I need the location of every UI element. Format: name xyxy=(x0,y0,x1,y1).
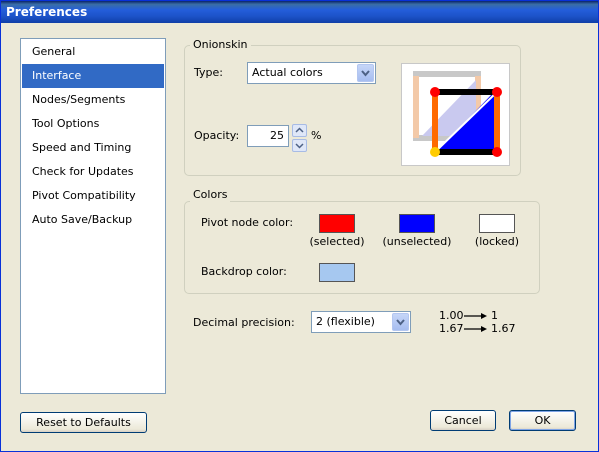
ok-button[interactable]: OK xyxy=(509,410,576,431)
arrow-right-icon xyxy=(464,326,487,332)
arrow-down-icon xyxy=(295,143,304,149)
nav-item-auto-save[interactable]: Auto Save/Backup xyxy=(22,208,164,232)
pivot-node-color-label: Pivot node color: xyxy=(201,216,294,229)
chevron-down-icon[interactable] xyxy=(357,64,374,82)
precision-example-1-input: 1.00 xyxy=(439,309,464,322)
arrow-up-icon xyxy=(295,127,304,133)
type-dropdown[interactable]: Actual colors xyxy=(247,62,376,84)
locked-caption: (locked) xyxy=(474,235,520,248)
onionskin-group-label: Onionskin xyxy=(190,38,251,52)
spin-down-button[interactable] xyxy=(292,139,307,152)
onionskin-preview xyxy=(401,63,510,166)
arrow-right-icon xyxy=(464,313,487,319)
category-list[interactable]: General Interface Nodes/Segments Tool Op… xyxy=(20,38,166,394)
colors-group-label: Colors xyxy=(190,188,231,202)
opacity-spinner[interactable] xyxy=(292,124,307,152)
selected-color-swatch[interactable] xyxy=(319,214,355,233)
chevron-down-icon[interactable] xyxy=(392,313,409,331)
cancel-button[interactable]: Cancel xyxy=(430,410,496,431)
spin-up-button[interactable] xyxy=(292,124,307,137)
nav-item-nodes-segments[interactable]: Nodes/Segments xyxy=(22,88,164,112)
window-title: Preferences xyxy=(6,5,88,19)
backdrop-color-label: Backdrop color: xyxy=(201,265,287,278)
locked-color-swatch[interactable] xyxy=(479,214,515,233)
opacity-unit: % xyxy=(311,129,322,142)
type-dropdown-value: Actual colors xyxy=(252,66,323,79)
decimal-precision-label: Decimal precision: xyxy=(193,316,295,329)
opacity-input[interactable]: 25 xyxy=(247,125,289,147)
opacity-label: Opacity: xyxy=(194,129,240,142)
title-bar: Preferences xyxy=(1,1,598,23)
precision-example-2-output: 1.67 xyxy=(491,322,516,335)
backdrop-color-swatch[interactable] xyxy=(319,263,355,282)
nav-item-interface[interactable]: Interface xyxy=(22,64,164,88)
nav-item-check-updates[interactable]: Check for Updates xyxy=(22,160,164,184)
selected-caption: (selected) xyxy=(309,235,365,248)
nav-item-speed-timing[interactable]: Speed and Timing xyxy=(22,136,164,160)
nav-item-tool-options[interactable]: Tool Options xyxy=(22,112,164,136)
decimal-precision-dropdown[interactable]: 2 (flexible) xyxy=(311,311,411,333)
precision-example-2-input: 1.67 xyxy=(439,322,464,335)
type-label: Type: xyxy=(194,66,223,79)
nav-item-pivot-compatibility[interactable]: Pivot Compatibility xyxy=(22,184,164,208)
unselected-color-swatch[interactable] xyxy=(399,214,435,233)
onionskin-preview-icon xyxy=(413,71,502,157)
reset-to-defaults-button[interactable]: Reset to Defaults xyxy=(20,412,147,433)
preferences-window: Preferences General Interface Nodes/Segm… xyxy=(0,0,599,452)
decimal-precision-value: 2 (flexible) xyxy=(316,315,375,328)
precision-example-1-output: 1 xyxy=(491,309,498,322)
unselected-caption: (unselected) xyxy=(382,235,452,248)
nav-item-general[interactable]: General xyxy=(22,40,164,64)
